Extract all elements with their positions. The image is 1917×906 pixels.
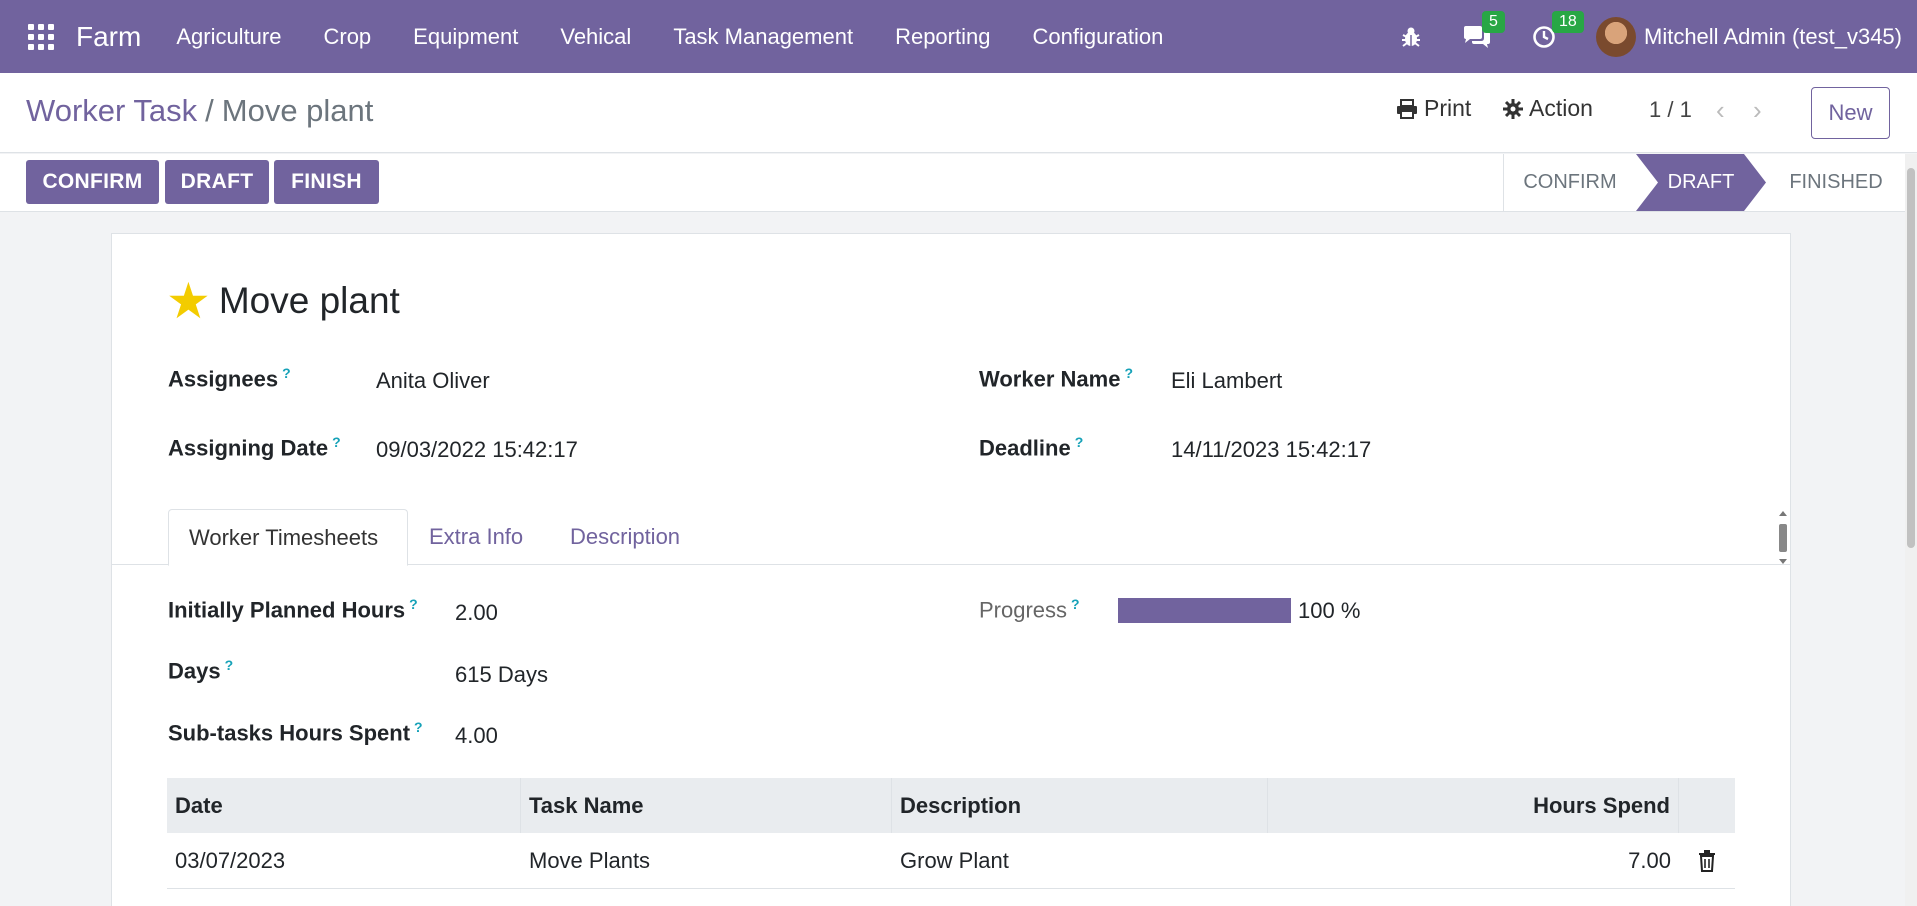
top-navbar: Farm Agriculture Crop Equipment Vehical … — [0, 0, 1917, 73]
menu-agriculture[interactable]: Agriculture — [155, 24, 302, 50]
star-favorite-icon[interactable]: ★ — [166, 276, 211, 326]
deadline-label-text: Deadline — [979, 435, 1071, 461]
tab-description[interactable]: Description — [550, 509, 700, 565]
messages-icon[interactable]: 5 — [1462, 10, 1505, 49]
menu-configuration[interactable]: Configuration — [1011, 24, 1184, 50]
cell-hours-spend[interactable]: 7.00 — [1268, 833, 1679, 888]
control-panel: Worker Task / Move plant Print Action 1 / … — [0, 73, 1917, 153]
user-menu[interactable]: Mitchell Admin (test_v345) — [1644, 24, 1902, 50]
help-icon[interactable]: ? — [1075, 434, 1084, 450]
task-title[interactable]: Move plant — [219, 280, 400, 322]
tab-worker-timesheets[interactable]: Worker Timesheets — [168, 509, 408, 566]
table-row[interactable]: 03/07/2023 Move Plants Grow Plant 7.00 — [167, 833, 1735, 889]
column-date[interactable]: Date — [167, 778, 521, 833]
messages-count-badge: 5 — [1482, 10, 1505, 33]
deadline-label: Deadline? — [979, 434, 1083, 461]
progress-percent: 100 % — [1298, 598, 1361, 623]
notebook-tabs: Worker Timesheets Extra Info Description — [112, 509, 1790, 566]
title-row: ★ Move plant — [166, 276, 400, 326]
table-header: Date Task Name Description Hours Spend — [167, 778, 1735, 833]
progress-bar-fill — [1118, 598, 1291, 623]
breadcrumb-parent[interactable]: Worker Task — [26, 93, 197, 128]
activities-count-badge: 18 — [1552, 10, 1584, 33]
deadline-value[interactable]: 14/11/2023 15:42:17 — [1171, 437, 1371, 463]
tabs-scrollbar[interactable] — [1777, 510, 1789, 565]
print-button[interactable]: Print — [1396, 95, 1471, 122]
action-button[interactable]: Action — [1503, 95, 1593, 122]
print-label: Print — [1424, 95, 1472, 121]
stage-finished[interactable]: FINISHED — [1766, 154, 1906, 211]
subtask-hours-value[interactable]: 4.00 — [455, 723, 498, 749]
help-icon[interactable]: ? — [414, 719, 423, 735]
action-label: Action — [1529, 95, 1593, 121]
new-button[interactable]: New — [1811, 87, 1890, 139]
stage-draft[interactable]: DRAFT — [1636, 154, 1766, 211]
assignees-value[interactable]: Anita Oliver — [376, 368, 490, 394]
planned-hours-label: Initially Planned Hours? — [168, 596, 418, 623]
tab-extra-info[interactable]: Extra Info — [409, 509, 543, 565]
activity-clock-icon[interactable]: 18 — [1532, 10, 1584, 49]
assigning-date-label-text: Assigning Date — [168, 435, 329, 461]
progress-bar — [1118, 598, 1291, 623]
column-description[interactable]: Description — [892, 778, 1268, 833]
pager-value[interactable]: 1 / 1 — [1649, 97, 1692, 123]
worker-name-label-text: Worker Name — [979, 366, 1121, 392]
status-bar: CONFIRM DRAFT FINISH CONFIRM DRAFT FINIS… — [0, 154, 1905, 212]
column-actions — [1679, 778, 1735, 833]
days-label-text: Days — [168, 658, 221, 684]
breadcrumb: Worker Task / Move plant — [26, 93, 373, 129]
page-scrollbar[interactable] — [1905, 154, 1917, 906]
debug-bug-icon[interactable] — [1400, 26, 1422, 48]
printer-icon — [1397, 98, 1417, 119]
worker-name-value[interactable]: Eli Lambert — [1171, 368, 1282, 394]
user-avatar[interactable] — [1596, 16, 1636, 57]
progress-label: Progress? — [979, 596, 1080, 623]
confirm-button[interactable]: CONFIRM — [26, 160, 159, 204]
breadcrumb-current: Move plant — [221, 93, 374, 128]
stage-pipeline: CONFIRM DRAFT FINISHED — [1503, 154, 1906, 211]
pager-next-icon[interactable]: › — [1753, 95, 1762, 126]
column-hours-spend[interactable]: Hours Spend — [1268, 778, 1679, 833]
subtask-hours-label-text: Sub-tasks Hours Spent — [168, 720, 411, 746]
help-icon[interactable]: ? — [1071, 596, 1080, 612]
app-brand[interactable]: Farm — [76, 21, 141, 53]
planned-hours-label-text: Initially Planned Hours — [168, 597, 406, 623]
help-icon[interactable]: ? — [1124, 365, 1133, 381]
pager-previous-icon[interactable]: ‹ — [1716, 95, 1725, 126]
assigning-date-value[interactable]: 09/03/2022 15:42:17 — [376, 437, 578, 463]
menu-reporting[interactable]: Reporting — [874, 24, 1011, 50]
days-label: Days? — [168, 657, 233, 684]
worker-name-label: Worker Name? — [979, 365, 1133, 392]
cell-description[interactable]: Grow Plant — [892, 833, 1268, 888]
planned-hours-value[interactable]: 2.00 — [455, 600, 498, 626]
timesheet-table: Date Task Name Description Hours Spend 0… — [167, 778, 1735, 889]
subtask-hours-label: Sub-tasks Hours Spent? — [168, 719, 423, 746]
help-icon[interactable]: ? — [225, 657, 234, 673]
help-icon[interactable]: ? — [282, 365, 291, 381]
cell-task-name[interactable]: Move Plants — [521, 833, 892, 888]
help-icon[interactable]: ? — [332, 434, 341, 450]
draft-button[interactable]: DRAFT — [165, 160, 269, 204]
progress-label-text: Progress — [979, 597, 1068, 623]
form-sheet: ★ Move plant Assignees? Anita Oliver Wor… — [111, 233, 1791, 906]
menu-task-management[interactable]: Task Management — [652, 24, 874, 50]
assignees-label-text: Assignees — [168, 366, 279, 392]
help-icon[interactable]: ? — [409, 596, 418, 612]
cell-date[interactable]: 03/07/2023 — [167, 833, 521, 888]
gear-icon — [1503, 98, 1523, 119]
menu-vehical[interactable]: Vehical — [539, 24, 652, 50]
trash-icon[interactable] — [1679, 833, 1735, 888]
menu-crop[interactable]: Crop — [302, 24, 392, 50]
assignees-label: Assignees? — [168, 365, 291, 392]
tabs-scrollbar-thumb[interactable] — [1779, 524, 1787, 552]
page-scrollbar-thumb[interactable] — [1907, 168, 1915, 548]
menu-equipment[interactable]: Equipment — [392, 24, 539, 50]
column-task-name[interactable]: Task Name — [521, 778, 892, 833]
days-value[interactable]: 615 Days — [455, 662, 548, 688]
assigning-date-label: Assigning Date? — [168, 434, 341, 461]
finish-button[interactable]: FINISH — [274, 160, 379, 204]
apps-grid-icon[interactable] — [28, 23, 54, 50]
stage-confirm[interactable]: CONFIRM — [1504, 154, 1636, 211]
breadcrumb-separator: / — [205, 93, 214, 128]
